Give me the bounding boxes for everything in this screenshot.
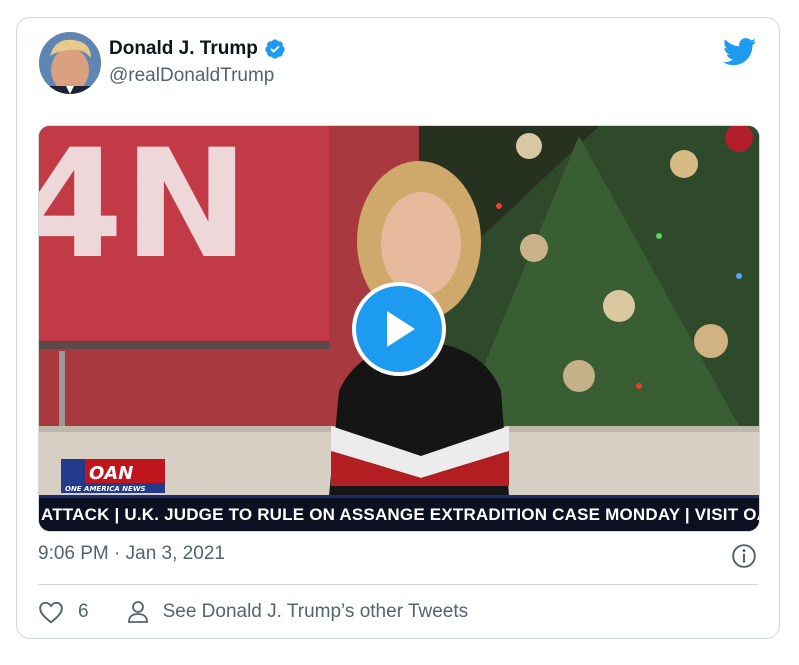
avatar-image bbox=[39, 32, 101, 94]
heart-icon bbox=[39, 601, 63, 624]
like-button[interactable]: 6 bbox=[38, 600, 89, 624]
divider bbox=[38, 584, 758, 585]
play-button[interactable] bbox=[352, 282, 446, 376]
other-tweets-link[interactable]: See Donald J. Trump’s other Tweets bbox=[127, 600, 469, 624]
avatar[interactable] bbox=[39, 32, 101, 94]
verified-badge-icon bbox=[265, 39, 285, 59]
play-icon bbox=[387, 311, 415, 347]
tweet-card[interactable]: Donald J. Trump @realDonaldTrump 4N OAN … bbox=[16, 17, 780, 639]
video-player[interactable]: 4N OAN ONE AMERICA NEWS ATTACK | U.K. JU… bbox=[38, 125, 760, 532]
other-tweets-label: See Donald J. Trump’s other Tweets bbox=[162, 601, 469, 622]
oan-logo-subtext: ONE AMERICA NEWS bbox=[65, 485, 146, 493]
info-icon[interactable] bbox=[731, 543, 757, 569]
news-ticker: ATTACK | U.K. JUDGE TO RULE ON ASSANGE E… bbox=[39, 495, 759, 531]
oan-logo: OAN ONE AMERICA NEWS bbox=[61, 459, 165, 493]
tweet-timestamp[interactable]: 9:06 PM · Jan 3, 2021 bbox=[38, 543, 225, 565]
like-count: 6 bbox=[78, 601, 89, 622]
tweet-actions: 6 See Donald J. Trump’s other Tweets bbox=[38, 600, 468, 624]
author-handle[interactable]: @realDonaldTrump bbox=[109, 65, 274, 87]
author-display-name[interactable]: Donald J. Trump bbox=[109, 38, 258, 60]
author-name-row[interactable]: Donald J. Trump bbox=[109, 38, 286, 60]
svg-text:4N: 4N bbox=[39, 126, 249, 292]
twitter-bird-icon[interactable] bbox=[723, 38, 757, 66]
person-icon bbox=[127, 601, 148, 623]
oan-logo-text: OAN bbox=[89, 463, 133, 484]
